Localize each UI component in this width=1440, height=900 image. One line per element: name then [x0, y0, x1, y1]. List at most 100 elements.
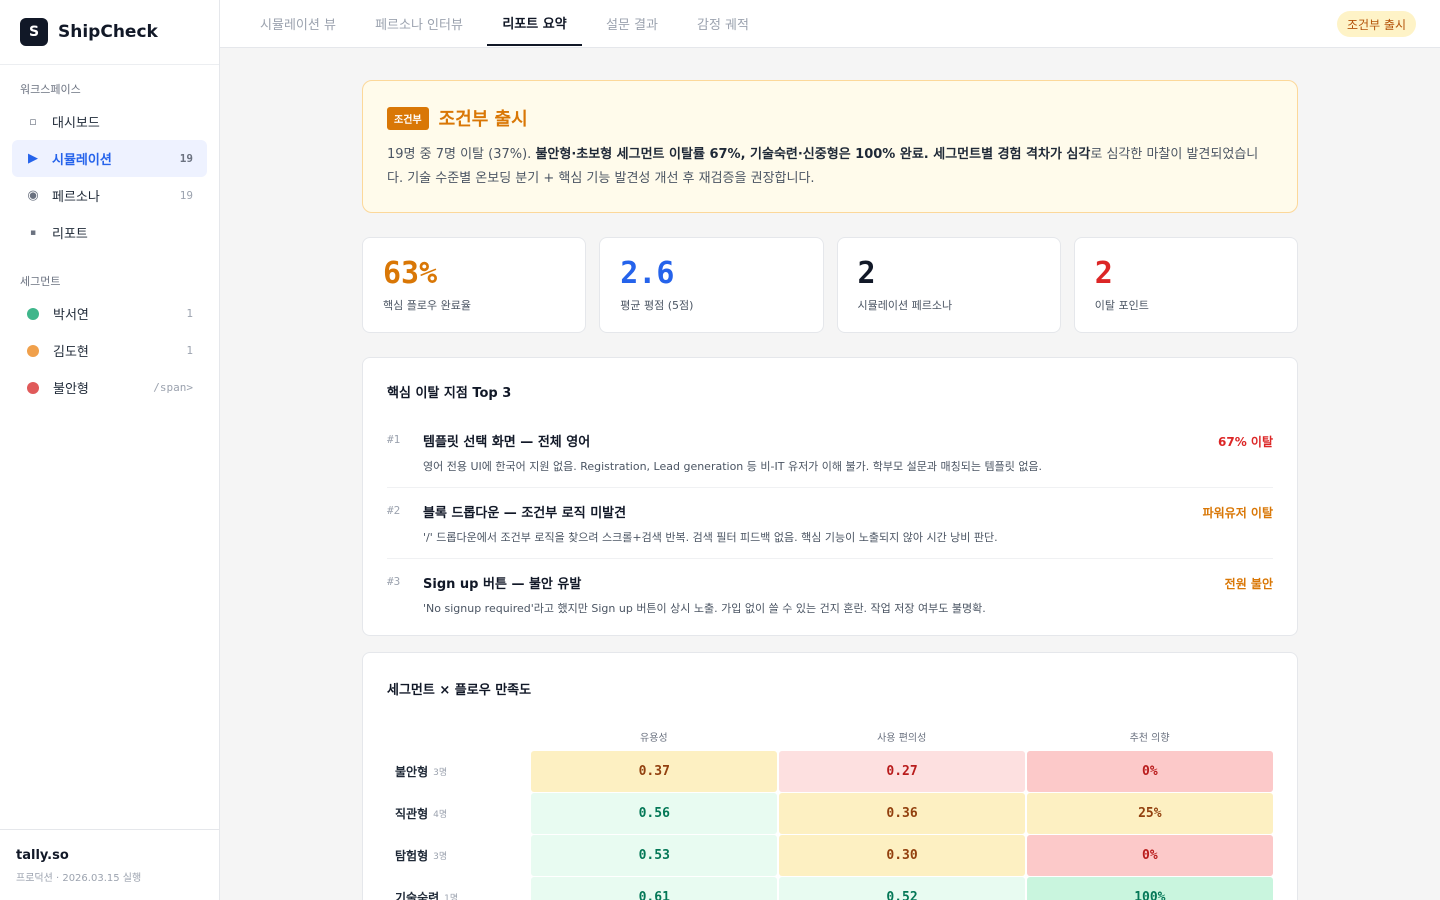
card-title: 세그먼트 × 플로우 만족도 — [387, 683, 532, 698]
segment-item-parkseoyeon[interactable]: 박서연 1 — [12, 295, 207, 332]
segment-color-dot-icon — [27, 344, 39, 357]
matrix-cell: 0.36 — [778, 793, 1026, 834]
sidebar-item-simulation[interactable]: ▶ 시뮬레이션 19 — [12, 140, 207, 177]
sidebar-item-dashboard[interactable]: ▫ 대시보드 — [12, 103, 207, 140]
tab-emotion-trajectory[interactable]: 감정 궤적 — [690, 0, 756, 46]
sidebar-item-persona[interactable]: ◉ 페르소나 19 — [12, 177, 207, 214]
sidebar-item-report[interactable]: ▪ 리포트 — [12, 214, 207, 251]
brand-logo-icon: S — [20, 18, 48, 46]
verdict-chip: 조건부 — [387, 106, 429, 130]
sidebar-item-count: 19 — [179, 189, 193, 202]
play-icon: ▶ — [28, 151, 38, 166]
kpi-row: 63% 핵심 플로우 완료율 2.6 평균 평점 (5점) 2 시뮬레이션 페르… — [362, 237, 1298, 333]
segment-item-kimdohyun[interactable]: 김도현 1 — [12, 332, 207, 369]
matrix-row: 직관형 4명 0.56 0.36 25% — [387, 793, 1273, 834]
kpi-value: 2.6 — [620, 256, 675, 291]
segment-item-label: 불안형 — [53, 382, 89, 397]
verdict-summary: 19명 중 7명 이탈 (37%). 불안형·초보형 세그먼트 이탈률 67%,… — [387, 147, 1259, 186]
matrix-cell: 0.37 — [531, 751, 778, 792]
tab-survey-results[interactable]: 설문 결과 — [600, 0, 664, 46]
project-footer[interactable]: tally.so 프로덕션 · 2026.03.15 실행 — [0, 829, 219, 900]
brand-name: ShipCheck — [58, 22, 158, 42]
drop-point-item[interactable]: #1 템플릿 선택 화면 — 전체 영어 영어 전용 UI에 한국어 지원 없음… — [387, 417, 1273, 488]
tab-simulation-view[interactable]: 시뮬레이션 뷰 — [250, 0, 346, 46]
sidebar-item-label: 시뮬레이션 — [52, 153, 112, 168]
matrix-row-label: 기술숙련 1명 — [395, 891, 459, 900]
matrix-cell: 25% — [1026, 793, 1273, 834]
matrix-cell: 0.61 — [531, 877, 778, 900]
drop-description: 'No signup required'라고 했지만 Sign up 버튼이 상… — [423, 602, 986, 615]
kpi-completion-rate: 63% 핵심 플로우 완료율 — [362, 237, 587, 333]
matrix-cell: 0% — [1026, 835, 1273, 876]
kpi-label: 시뮬레이션 페르소나 — [857, 299, 953, 312]
sidebar-item-label: 대시보드 — [52, 116, 100, 131]
matrix-row-label: 직관형 4명 — [395, 807, 448, 821]
project-name: tally.so — [16, 848, 69, 863]
drop-point-item[interactable]: #2 블록 드롭다운 — 조건부 로직 미발견 '/' 드롭다운에서 조건부 로… — [387, 488, 1273, 559]
segment-item-label: 김도현 — [53, 345, 89, 360]
matrix-cell: 0.52 — [778, 877, 1026, 900]
drop-title: 블록 드롭다운 — 조건부 로직 미발견 — [423, 506, 627, 521]
matrix-cell: 0.30 — [778, 835, 1026, 876]
drop-rank: #2 — [387, 504, 401, 517]
segment-flow-satisfaction-card: 세그먼트 × 플로우 만족도 유용성 사용 편의성 추천 의향 불안형 3명 0.… — [362, 652, 1298, 900]
matrix-cell: 0% — [1026, 751, 1273, 792]
drop-title: Sign up 버튼 — 불안 유발 — [423, 577, 582, 592]
kpi-value: 2 — [1094, 256, 1113, 291]
drop-tag: 전원 불안 — [1224, 577, 1273, 591]
matrix-cell: 0.56 — [531, 793, 778, 834]
drop-description: '/' 드롭다운에서 조건부 로직을 찾으려 스크롤+검색 반복. 검색 필터 … — [423, 531, 998, 544]
matrix-row-label: 불안형 3명 — [395, 765, 448, 779]
drop-title: 템플릿 선택 화면 — 전체 영어 — [423, 435, 591, 450]
segment-item-count: /span> — [153, 381, 193, 394]
kpi-value: 63% — [383, 256, 438, 291]
card-title: 핵심 이탈 지점 Top 3 — [387, 386, 512, 401]
matrix-cell: 100% — [1026, 877, 1273, 900]
tab-report-summary[interactable]: 리포트 요약 — [487, 0, 582, 46]
segment-item-count: 1 — [186, 307, 193, 320]
segment-item-anxious[interactable]: 불안형 /span> — [12, 369, 207, 406]
sidebar: S ShipCheck 워크스페이스 ▫ 대시보드 ▶ 시뮬레이션 19 ◉ 페… — [0, 0, 220, 900]
matrix-cell: 0.27 — [778, 751, 1026, 792]
kpi-value: 2 — [857, 256, 876, 291]
top-tab-bar: 시뮬레이션 뷰 페르소나 인터뷰 리포트 요약 설문 결과 감정 궤적 조건부 … — [220, 0, 1440, 48]
segment-item-count: 1 — [186, 344, 193, 357]
kpi-label: 평균 평점 (5점) — [620, 299, 694, 312]
matrix-column-header: 추천 의향 — [1129, 732, 1170, 744]
segment-item-label: 박서연 — [53, 308, 89, 323]
sidebar-item-label: 페르소나 — [52, 190, 100, 205]
workspace-section-label: 워크스페이스 — [20, 83, 81, 96]
verdict-title: 조건부 출시 — [438, 109, 528, 130]
brand[interactable]: S ShipCheck — [0, 0, 219, 65]
drop-tag: 67% 이탈 — [1218, 435, 1273, 449]
verdict-banner: 조건부 조건부 출시 19명 중 7명 이탈 (37%). 불안형·초보형 세그… — [362, 80, 1298, 213]
tab-persona-interview[interactable]: 페르소나 인터뷰 — [366, 0, 472, 46]
small-square-icon: ▪ — [29, 227, 37, 238]
report-summary-content: 조건부 조건부 출시 19명 중 7명 이탈 (37%). 불안형·초보형 세그… — [362, 80, 1298, 900]
kpi-average-rating: 2.6 평균 평점 (5점) — [599, 237, 824, 333]
kpi-label: 이탈 포인트 — [1094, 299, 1149, 312]
kpi-drop-points: 2 이탈 포인트 — [1073, 237, 1298, 333]
project-run-info: 프로덕션 · 2026.03.15 실행 — [16, 873, 142, 884]
sidebar-item-label: 리포트 — [52, 227, 88, 242]
segment-section-label: 세그먼트 — [20, 275, 61, 288]
satisfaction-matrix: 유용성 사용 편의성 추천 의향 불안형 3명 0.37 0.27 0% 직관형 4… — [387, 722, 1273, 900]
matrix-row: 탐험형 3명 0.53 0.30 0% — [387, 835, 1273, 876]
segment-color-dot-icon — [27, 381, 39, 394]
record-icon: ◉ — [27, 188, 39, 203]
drop-rank: #3 — [387, 575, 401, 588]
matrix-row: 기술숙련 1명 0.61 0.52 100% — [387, 877, 1273, 900]
release-status-badge: 조건부 출시 — [1336, 11, 1416, 37]
matrix-column-header: 유용성 — [640, 732, 668, 744]
matrix-row: 불안형 3명 0.37 0.27 0% — [387, 751, 1273, 792]
matrix-cell: 0.53 — [531, 835, 778, 876]
square-icon: ▫ — [29, 115, 37, 128]
drop-rank: #1 — [387, 433, 401, 446]
segment-color-dot-icon — [27, 307, 39, 320]
matrix-row-label: 탐험형 3명 — [395, 849, 448, 863]
drop-tag: 파워유저 이탈 — [1202, 506, 1273, 520]
kpi-label: 핵심 플로우 완료율 — [383, 299, 471, 312]
matrix-column-header: 사용 편의성 — [877, 732, 927, 744]
drop-point-item[interactable]: #3 Sign up 버튼 — 불안 유발 'No signup require… — [387, 559, 1273, 629]
kpi-persona-count: 2 시뮬레이션 페르소나 — [836, 237, 1061, 333]
